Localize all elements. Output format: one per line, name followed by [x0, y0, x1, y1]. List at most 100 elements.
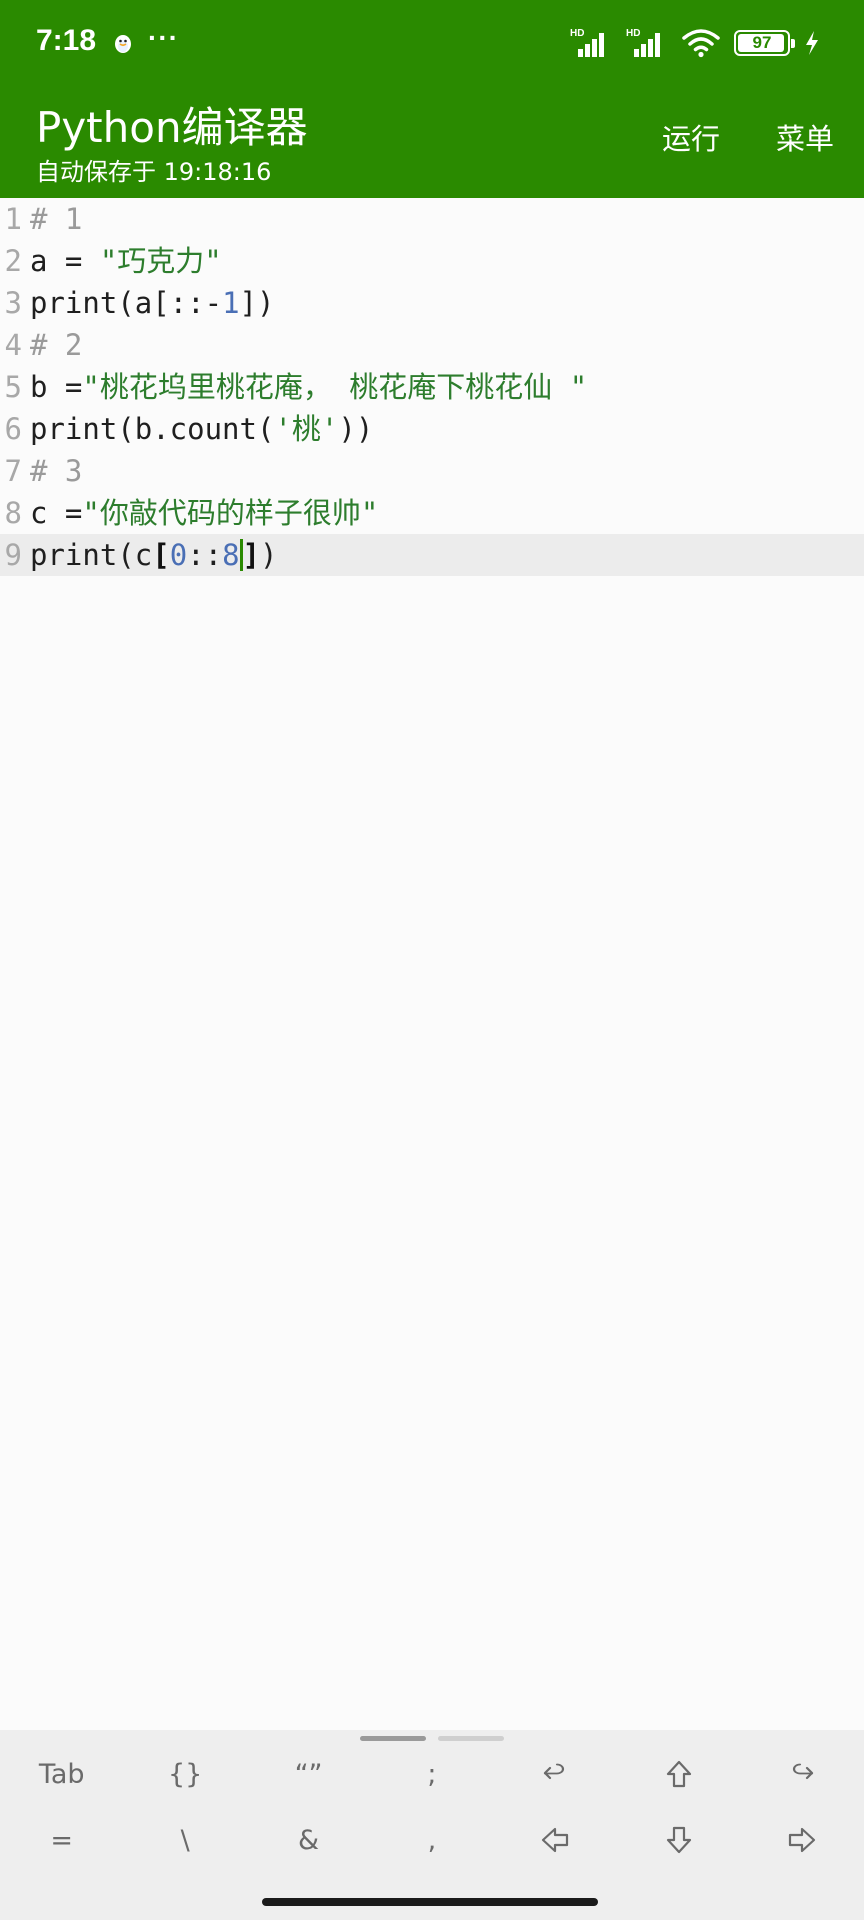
svg-text:HD: HD	[570, 28, 584, 39]
shortcut-key-label: \	[180, 1824, 190, 1856]
shortcut-key[interactable]: &	[247, 1810, 370, 1870]
line-code: a = "巧克力"	[30, 240, 222, 282]
code-token-number: 8	[222, 538, 240, 572]
line-number: 8	[4, 496, 22, 530]
line-code: c ="你敲代码的样子很帅"	[30, 492, 378, 534]
arrow-up-icon	[666, 1760, 691, 1788]
line-code: print(c[0::8])	[30, 534, 277, 576]
line-code: # 1	[30, 198, 82, 240]
redo-key[interactable]	[741, 1744, 864, 1804]
status-time: 7:18	[36, 24, 97, 57]
shortcut-key-label: ,	[427, 1824, 437, 1856]
code-token-plain: )	[260, 538, 278, 572]
arrow-right-key[interactable]	[741, 1810, 864, 1870]
code-line[interactable]: 9 print(c[0::8])	[0, 534, 864, 576]
code-line[interactable]: 8c ="你敲代码的样子很帅"	[0, 492, 864, 534]
code-line[interactable]: 1 # 1	[0, 198, 864, 240]
code-line[interactable]: 2a = "巧克力"	[0, 240, 864, 282]
code-token-bold: [	[152, 538, 170, 572]
app-bar: 7:18 ··· HD HD 97 Python编译器 自动保存于 19:18:…	[0, 0, 864, 198]
undo-icon	[544, 1763, 565, 1780]
page-title: Python编译器	[36, 103, 308, 152]
code-line[interactable]: 4 # 2	[0, 324, 864, 366]
line-number: 9	[4, 538, 22, 572]
shortcut-key[interactable]: {}	[123, 1744, 246, 1804]
line-number: 3	[4, 286, 22, 320]
code-token-plain: print(b.count(	[30, 412, 275, 446]
shortcut-key[interactable]: \	[123, 1810, 246, 1870]
code-token-bold: ]	[242, 538, 261, 572]
shortcut-key[interactable]: ;	[370, 1744, 493, 1804]
charging-bolt-icon	[806, 31, 818, 55]
code-editor[interactable]: 1 # 12a = "巧克力" 3 print(a[::-1]) 4 # 25b ="桃花…	[0, 198, 864, 1730]
code-token-plain: ])	[239, 286, 275, 320]
shortcut-row-2: = \ &,	[0, 1810, 864, 1870]
svg-text:HD: HD	[626, 28, 640, 39]
shortcut-key-label: “”	[294, 1758, 323, 1790]
code-line[interactable]: 5b ="桃花坞里桃花庵， 桃花庵下桃花仙 "	[0, 366, 864, 408]
shortcut-row-1: Tab {} “”;	[0, 1744, 864, 1804]
code-token-plain: b =	[30, 370, 83, 404]
python-compiler-app: 7:18 ··· HD HD 97 Python编译器 自动保存于 19:18:…	[0, 0, 864, 1920]
code-token-string: '桃'	[274, 412, 339, 446]
battery-level: 97	[752, 33, 772, 52]
code-token-number: 0	[169, 538, 188, 572]
page-indicator-inactive	[438, 1736, 504, 1741]
status-bar: 7:18 ··· HD HD 97	[0, 0, 864, 86]
status-right-icons: HD HD 97	[570, 26, 820, 60]
line-number: 5	[4, 370, 22, 404]
battery-icon: 97	[734, 30, 795, 56]
cell-signal-icon: HD	[570, 28, 604, 57]
shortcut-key-label: =	[50, 1824, 74, 1856]
page-indicator-active	[360, 1736, 426, 1741]
line-number: 2	[4, 244, 22, 278]
arrow-up-key[interactable]	[617, 1744, 740, 1804]
arrow-left-key[interactable]	[494, 1810, 617, 1870]
keyboard-page-indicator	[360, 1736, 504, 1742]
code-token-plain: ::	[187, 538, 223, 572]
code-token-string: "巧克力"	[99, 244, 222, 278]
line-code: print(a[::-1])	[30, 282, 274, 324]
shortcut-keyboard: Tab {} “”; = \ &,	[0, 1730, 864, 1880]
autosave-status: 自动保存于 19:18:16	[36, 158, 272, 186]
line-code: # 3	[30, 450, 82, 492]
shortcut-key[interactable]: ,	[370, 1810, 493, 1870]
status-more-icon: ···	[148, 22, 179, 53]
shortcut-key-label: &	[298, 1824, 320, 1856]
line-number: 4	[4, 328, 22, 362]
code-token-plain: print(a[::-	[30, 286, 223, 320]
code-token-plain: ))	[338, 412, 374, 446]
code-token-comment: # 3	[30, 454, 83, 488]
code-line[interactable]: 6 print(b.count('桃'))	[0, 408, 864, 450]
code-token-string: "桃花坞里桃花庵， 桃花庵下桃花仙 "	[82, 370, 588, 404]
code-token-plain: a =	[30, 244, 100, 278]
arrow-right-icon	[789, 1827, 816, 1853]
menu-button[interactable]: 菜单	[776, 116, 834, 158]
line-number: 6	[4, 412, 22, 446]
redo-icon	[793, 1763, 814, 1780]
line-code: print(b.count('桃'))	[30, 408, 373, 450]
line-code: # 2	[30, 324, 82, 366]
code-token-plain: print(c	[30, 538, 153, 572]
line-number: 1	[4, 202, 22, 236]
home-gesture-bar[interactable]	[262, 1898, 598, 1906]
line-code: b ="桃花坞里桃花庵， 桃花庵下桃花仙 "	[30, 366, 587, 408]
code-line[interactable]: 3 print(a[::-1])	[0, 282, 864, 324]
shortcut-key[interactable]: =	[0, 1810, 123, 1870]
code-token-number: 1	[222, 286, 240, 320]
arrow-left-icon	[542, 1827, 569, 1853]
shortcut-key[interactable]: “”	[247, 1744, 370, 1804]
run-button[interactable]: 运行	[662, 116, 720, 158]
shortcut-key[interactable]: Tab	[0, 1744, 123, 1804]
arrow-down-icon	[666, 1826, 691, 1854]
cell-signal-2-icon: HD	[626, 28, 660, 57]
line-number: 7	[4, 454, 22, 488]
shortcut-key-label: {}	[167, 1758, 203, 1790]
undo-key[interactable]	[494, 1744, 617, 1804]
system-navigation	[0, 1880, 864, 1920]
code-line[interactable]: 7 # 3	[0, 450, 864, 492]
arrow-down-key[interactable]	[617, 1810, 740, 1870]
wifi-icon	[682, 29, 720, 58]
shortcut-key-label: ;	[427, 1758, 437, 1790]
code-token-comment: # 1	[30, 202, 83, 236]
